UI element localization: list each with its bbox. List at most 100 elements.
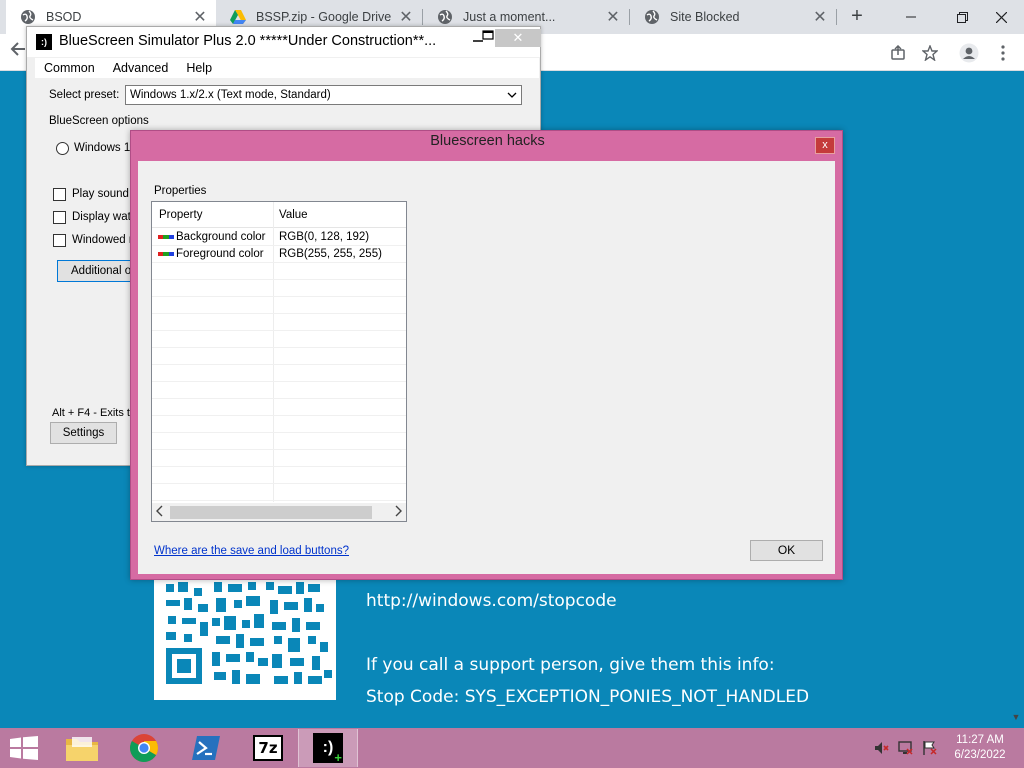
property-cell: Foreground color <box>158 248 264 260</box>
7zip-logo: 7z <box>253 735 283 761</box>
clock-date: 6/23/2022 <box>954 749 1006 761</box>
play-sound-checkbox[interactable] <box>53 188 66 201</box>
table-row-empty <box>152 263 406 280</box>
table-row-empty <box>152 399 406 416</box>
property-value[interactable]: RGB(0, 128, 192) <box>279 231 369 243</box>
table-row-empty <box>152 297 406 314</box>
file-explorer-icon[interactable] <box>52 729 112 767</box>
save-load-help-link[interactable]: Where are the save and load buttons? <box>154 545 349 557</box>
7zip-icon[interactable]: 7z <box>238 729 298 767</box>
column-header-value[interactable]: Value <box>279 209 308 221</box>
alt-f4-hint: Alt + F4 - Exits th <box>52 407 137 419</box>
windowed-mode-checkbox[interactable] <box>53 234 66 247</box>
table-row-empty <box>152 467 406 484</box>
tab-title: Site Blocked <box>670 10 740 24</box>
tab-close-button[interactable]: ✕ <box>396 7 416 27</box>
dialog-close-icon[interactable]: x <box>815 137 835 154</box>
property-name: Foreground color <box>176 248 264 260</box>
windows-start-icon[interactable] <box>10 736 38 760</box>
tab-separator <box>836 9 837 25</box>
property-grid[interactable]: Property Value Background color RGB(0, 1… <box>151 201 407 522</box>
menu-common[interactable]: Common <box>35 61 104 75</box>
table-row[interactable]: Foreground color RGB(255, 255, 255) <box>152 246 406 263</box>
preset-select[interactable]: Windows 1.x/2.x (Text mode, Standard) <box>125 85 522 105</box>
table-row-empty <box>152 416 406 433</box>
bssp-app-icon: :) <box>36 34 52 50</box>
profile-icon[interactable] <box>958 42 980 64</box>
table-row-empty <box>152 365 406 382</box>
globe-icon <box>644 9 660 25</box>
dialog-client-area: Properties Property Value Background col… <box>138 161 835 574</box>
menu-advanced[interactable]: Advanced <box>104 61 178 75</box>
chrome-icon[interactable] <box>114 729 174 767</box>
rgb-color-icon <box>158 235 174 239</box>
new-tab-button[interactable]: + <box>846 6 868 28</box>
qr-code <box>154 578 336 700</box>
table-row-empty <box>152 348 406 365</box>
play-sound-label: Play sound [ <box>72 188 136 200</box>
volume-muted-icon[interactable] <box>874 740 890 756</box>
property-value[interactable]: RGB(255, 255, 255) <box>279 248 382 260</box>
property-cell: Background color <box>158 231 266 243</box>
google-drive-icon <box>230 9 246 25</box>
bssp-title-bar[interactable]: :) BlueScreen Simulator Plus 2.0 *****Un… <box>27 27 541 57</box>
action-center-flag-icon[interactable] <box>922 740 938 756</box>
chevron-down-icon <box>507 86 517 110</box>
properties-label: Properties <box>154 185 207 197</box>
minimize-icon[interactable] <box>888 0 934 34</box>
system-clock[interactable]: 11:27 AM 6/23/2022 <box>944 733 1016 763</box>
dialog-title: Bluescreen hacks <box>430 133 545 149</box>
property-name: Background color <box>176 231 266 243</box>
horizontal-scrollbar[interactable] <box>152 503 406 521</box>
bsod-url-line: http://windows.com/stopcode <box>366 591 617 611</box>
ok-button[interactable]: OK <box>750 540 823 561</box>
scroll-left-icon[interactable] <box>152 505 168 520</box>
settings-button[interactable]: Settings <box>50 422 117 444</box>
windowed-mode-label: Windowed m <box>72 234 139 246</box>
table-row-empty <box>152 382 406 399</box>
table-row-empty <box>152 450 406 467</box>
bssp-logo-text: :) <box>322 739 334 756</box>
table-row-empty <box>152 331 406 348</box>
windows-radio[interactable] <box>56 142 69 155</box>
bssp-close-icon[interactable]: ✕ <box>495 29 541 47</box>
scroll-right-icon[interactable] <box>390 505 406 520</box>
powershell-icon[interactable] <box>176 729 236 767</box>
menu-help[interactable]: Help <box>177 61 221 75</box>
tab-title: BSOD <box>46 10 82 24</box>
close-window-icon[interactable] <box>978 0 1024 34</box>
preset-select-value: Windows 1.x/2.x (Text mode, Standard) <box>130 89 331 101</box>
network-icon[interactable] <box>898 740 914 756</box>
property-grid-header: Property Value <box>152 202 406 228</box>
bookmark-star-icon[interactable] <box>919 42 941 64</box>
tab-close-button[interactable]: ✕ <box>603 7 623 27</box>
bssp-taskbar-icon[interactable]: :) + <box>298 729 358 767</box>
bssp-logo: :) + <box>313 733 343 765</box>
globe-icon <box>20 9 36 25</box>
back-arrow-icon[interactable] <box>10 40 26 63</box>
column-header-property[interactable]: Property <box>159 209 202 221</box>
display-watermark-checkbox[interactable] <box>53 211 66 224</box>
tab-close-button[interactable]: ✕ <box>190 7 210 27</box>
loading-globe-icon <box>437 9 453 25</box>
share-icon[interactable] <box>887 42 909 64</box>
bssp-menu-bar: Common Advanced Help <box>35 58 539 78</box>
bsod-stop-code: Stop Code: SYS_EXCEPTION_PONIES_NOT_HAND… <box>366 687 810 707</box>
bluescreen-hacks-dialog: Bluescreen hacks x Properties Property V… <box>130 130 843 580</box>
table-row-empty <box>152 314 406 331</box>
windows-radio-label: Windows 1. <box>74 142 134 154</box>
taskbar: 7z :) + 11:27 AM 6/23/2022 <box>0 728 1024 768</box>
bssp-window-title: BlueScreen Simulator Plus 2.0 *****Under… <box>59 33 437 49</box>
table-row[interactable]: Background color RGB(0, 128, 192) <box>152 229 406 246</box>
scroll-down-arrow-icon[interactable]: ▼ <box>1010 712 1022 724</box>
tab-close-button[interactable]: ✕ <box>810 7 830 27</box>
scrollbar-thumb[interactable] <box>170 506 372 519</box>
bluescreen-options-label: BlueScreen options <box>49 115 149 127</box>
tab-site-blocked[interactable]: Site Blocked ✕ <box>630 0 836 34</box>
display-watermark-label: Display wate <box>72 211 138 223</box>
clock-time: 11:27 AM <box>956 734 1004 746</box>
kebab-menu-icon[interactable] <box>992 42 1014 64</box>
plus-icon: + <box>334 750 342 765</box>
rgb-color-icon <box>158 252 174 256</box>
bsod-support-line: If you call a support person, give them … <box>366 655 775 675</box>
